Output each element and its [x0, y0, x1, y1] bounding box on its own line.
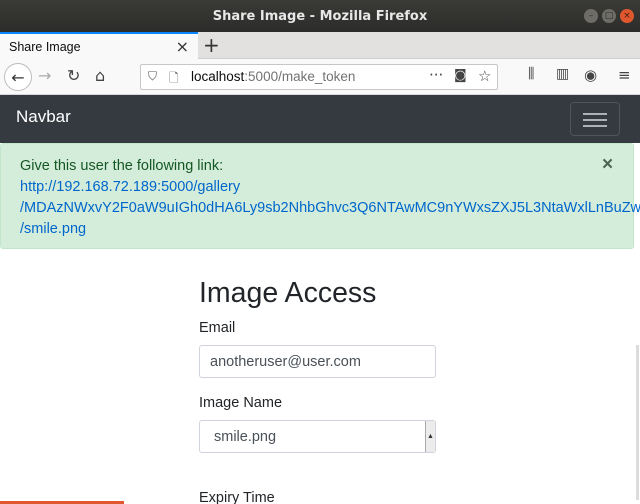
tab-title: Share Image — [9, 39, 81, 54]
toggler-bar-icon — [583, 125, 607, 127]
share-link-line-1[interactable]: http://192.168.72.189:5000/gallery — [20, 179, 240, 195]
navbar-toggler-button[interactable] — [570, 102, 620, 136]
share-link-line-3[interactable]: /smile.png — [20, 221, 86, 237]
maximize-icon[interactable]: □ — [602, 9, 616, 23]
site-navbar: Navbar — [0, 95, 640, 143]
forward-arrow-icon[interactable]: → — [38, 66, 51, 85]
share-link-line-2[interactable]: /MDAzNWxvY2F0aW9uIGh0dHA6Ly9sb2NhbGhvc3Q… — [20, 200, 640, 216]
window-titlebar: Share Image - Mozilla Firefox – □ × — [0, 0, 640, 32]
account-icon[interactable]: ◉ — [584, 66, 597, 84]
url-host: localhost — [191, 69, 245, 84]
sidebar-icon[interactable]: ▥ — [556, 66, 569, 82]
pocket-icon[interactable]: ◙ — [454, 68, 467, 83]
minimize-icon[interactable]: – — [584, 9, 598, 23]
web-content: Navbar Give this user the following link… — [0, 95, 640, 504]
close-window-icon[interactable]: × — [620, 9, 634, 23]
reload-icon[interactable]: ↻ — [67, 66, 80, 85]
browser-toolbar: ← → ↻ ⌂ ⛉ 🗋 localhost:5000/make_token ··… — [0, 59, 640, 95]
more-actions-icon[interactable]: ··· — [429, 66, 443, 84]
home-icon[interactable]: ⌂ — [95, 66, 105, 85]
window-title: Share Image - Mozilla Firefox — [212, 8, 428, 24]
email-field[interactable] — [199, 345, 436, 378]
tab-strip: Share Image × + — [0, 32, 640, 59]
library-icon[interactable]: ⫼ — [528, 66, 534, 82]
window-controls: – □ × — [584, 9, 634, 23]
bookmark-star-icon[interactable]: ☆ — [478, 67, 491, 85]
page-info-icon[interactable]: 🗋 — [169, 69, 179, 90]
hamburger-menu-icon[interactable]: ≡ — [618, 66, 631, 84]
page-scrollbar[interactable] — [636, 345, 639, 500]
url-path: :5000/make_token — [244, 69, 356, 84]
new-tab-icon[interactable]: + — [203, 33, 220, 57]
navbar-brand[interactable]: Navbar — [16, 107, 71, 127]
page-title: Image Access — [199, 277, 377, 309]
alert-message: Give this user the following link: — [20, 158, 224, 174]
url-bar[interactable]: ⛉ 🗋 localhost:5000/make_token ··· ◙ ☆ — [140, 64, 498, 90]
alert-close-button[interactable]: × — [602, 154, 613, 176]
tab-share-image[interactable]: Share Image × — [0, 32, 198, 59]
back-arrow-icon[interactable]: ← — [4, 63, 32, 91]
toggler-bar-icon — [583, 113, 607, 115]
image-name-label: Image Name — [199, 395, 283, 411]
expiry-time-label: Expiry Time — [199, 490, 275, 504]
url-text[interactable]: localhost:5000/make_token — [191, 69, 355, 84]
toggler-bar-icon — [583, 119, 607, 121]
select-spinner-icon[interactable]: ▲ — [425, 421, 435, 452]
tab-close-icon[interactable]: × — [176, 37, 189, 56]
image-name-select[interactable]: smile.png — [199, 420, 436, 453]
shield-icon[interactable]: ⛉ — [148, 69, 157, 84]
success-alert: Give this user the following link: http:… — [0, 143, 640, 249]
email-label: Email — [199, 320, 236, 336]
